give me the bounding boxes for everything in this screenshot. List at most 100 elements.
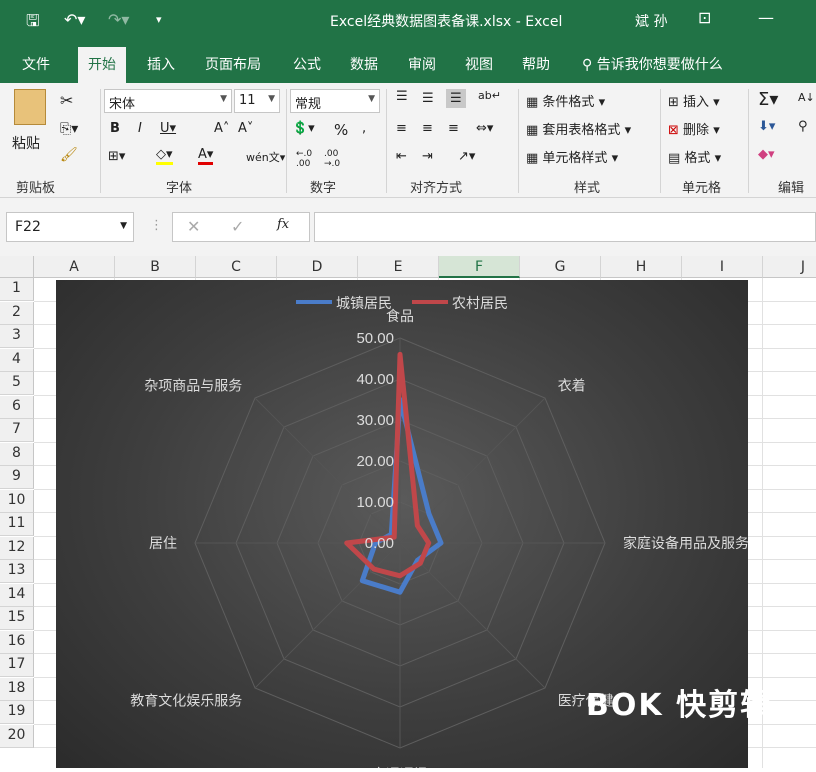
clipboard-group-label: 剪贴板 <box>16 181 56 196</box>
bold-button[interactable]: B <box>110 121 120 136</box>
row-header-10[interactable]: 10 <box>0 489 34 513</box>
customize-qat-icon[interactable]: ▾ <box>156 13 162 26</box>
ribbon-display-icon[interactable]: ⊡ <box>698 8 711 27</box>
align-middle-icon[interactable]: ☰ <box>422 91 434 106</box>
orientation-icon[interactable]: ↗▾ <box>458 149 475 164</box>
wrap-text-icon[interactable]: ab↵ <box>478 89 501 102</box>
tab-page-layout[interactable]: 页面布局 <box>205 54 261 74</box>
align-bottom-icon[interactable]: ☰ <box>446 89 466 108</box>
conditional-format-button[interactable]: ▦ 条件格式 ▾ <box>526 91 605 110</box>
paste-button[interactable]: 粘贴 <box>12 133 40 153</box>
column-header-D[interactable]: D <box>277 256 358 278</box>
column-header-A[interactable]: A <box>34 256 115 278</box>
decrease-decimal-icon[interactable]: .00 →.0 <box>324 149 340 169</box>
formula-input[interactable] <box>314 212 816 242</box>
row-header-4[interactable]: 4 <box>0 348 34 372</box>
column-header-G[interactable]: G <box>520 256 601 278</box>
enter-icon[interactable]: ✓ <box>231 217 244 236</box>
autosum-icon[interactable]: Σ▾ <box>758 89 778 110</box>
format-painter-icon[interactable]: 🖌 <box>60 147 78 163</box>
row-header-16[interactable]: 16 <box>0 630 34 654</box>
row-header-20[interactable]: 20 <box>0 724 34 748</box>
align-center-icon[interactable]: ≡ <box>422 121 433 136</box>
name-box[interactable]: F22 ▼ <box>6 212 134 242</box>
column-header-J[interactable]: J <box>763 256 816 278</box>
align-left-icon[interactable]: ≡ <box>396 121 407 136</box>
row-header-1[interactable]: 1 <box>0 278 34 301</box>
row-header-5[interactable]: 5 <box>0 372 34 395</box>
phonetic-icon[interactable]: wén文▾ <box>246 149 285 165</box>
tab-formulas[interactable]: 公式 <box>293 54 321 74</box>
row-header-7[interactable]: 7 <box>0 419 34 442</box>
percent-icon[interactable]: % <box>334 121 348 139</box>
font-size-select[interactable]: 11 ▼ <box>234 89 280 113</box>
cell-styles-button[interactable]: ▦ 单元格样式 ▾ <box>526 147 618 166</box>
find-select-icon[interactable]: ⚲ <box>798 119 808 134</box>
border-icon[interactable]: ⊞▾ <box>108 149 125 164</box>
copy-icon[interactable]: ⎘▾ <box>60 121 78 137</box>
column-header-C[interactable]: C <box>196 256 277 278</box>
minimize-icon[interactable]: — <box>758 8 774 27</box>
tab-data[interactable]: 数据 <box>350 54 378 74</box>
row-header-17[interactable]: 17 <box>0 654 34 677</box>
column-header-E[interactable]: E <box>358 256 439 278</box>
paste-icon[interactable] <box>14 89 46 125</box>
decrease-indent-icon[interactable]: ⇤ <box>396 149 407 164</box>
redo-icon[interactable]: ↷▾ <box>108 10 129 29</box>
column-header-I[interactable]: I <box>682 256 763 278</box>
select-all-corner[interactable] <box>0 256 34 278</box>
underline-button[interactable]: U▾ <box>160 121 176 136</box>
insert-cells-button[interactable]: ⊞ 插入 ▾ <box>668 91 720 110</box>
tab-file[interactable]: 文件 <box>22 54 50 74</box>
legend-label-1[interactable]: 城镇居民 <box>336 296 392 312</box>
save-icon[interactable]: 🖫 <box>26 10 40 37</box>
format-as-table-button[interactable]: ▦ 套用表格格式 ▾ <box>526 119 631 138</box>
tab-home[interactable]: 开始 <box>78 47 126 83</box>
italic-button[interactable]: I <box>138 121 142 136</box>
increase-indent-icon[interactable]: ⇥ <box>422 149 433 164</box>
row-header-8[interactable]: 8 <box>0 442 34 466</box>
align-right-icon[interactable]: ≡ <box>448 121 459 136</box>
row-header-9[interactable]: 9 <box>0 466 34 489</box>
row-header-19[interactable]: 19 <box>0 701 34 724</box>
row-header-11[interactable]: 11 <box>0 513 34 536</box>
decrease-font-icon[interactable]: A˅ <box>238 121 253 136</box>
increase-font-icon[interactable]: A˄ <box>214 121 229 136</box>
column-header-H[interactable]: H <box>601 256 682 278</box>
undo-icon[interactable]: ↶▾ <box>64 10 85 29</box>
comma-icon[interactable]: , <box>362 121 366 136</box>
legend-label-2[interactable]: 农村居民 <box>452 296 508 312</box>
fill-icon[interactable]: ⬇▾ <box>758 119 775 134</box>
merge-center-icon[interactable]: ⇔▾ <box>476 121 493 136</box>
row-header-18[interactable]: 18 <box>0 677 34 701</box>
sort-filter-icon[interactable]: A↓ <box>798 91 815 104</box>
font-color-icon[interactable]: A▾ <box>198 147 214 165</box>
column-header-B[interactable]: B <box>115 256 196 278</box>
increase-decimal-icon[interactable]: ←.0.00 <box>296 149 312 169</box>
row-header-3[interactable]: 3 <box>0 325 34 348</box>
number-format-select[interactable]: 常规 ▼ <box>290 89 380 113</box>
row-header-2[interactable]: 2 <box>0 301 34 325</box>
row-header-6[interactable]: 6 <box>0 395 34 419</box>
row-header-15[interactable]: 15 <box>0 607 34 630</box>
align-top-icon[interactable]: ☰ <box>396 89 408 104</box>
clear-icon[interactable]: ◆▾ <box>758 147 775 162</box>
cancel-icon[interactable]: ✕ <box>187 217 200 236</box>
format-cells-button[interactable]: ▤ 格式 ▾ <box>668 147 721 166</box>
row-header-12[interactable]: 12 <box>0 536 34 560</box>
tab-view[interactable]: 视图 <box>465 54 493 74</box>
cut-icon[interactable]: ✂ <box>60 91 73 110</box>
font-name-select[interactable]: 宋体 ▼ <box>104 89 232 113</box>
user-name[interactable]: 斌 孙 <box>635 11 667 31</box>
delete-cells-button[interactable]: ⊠ 删除 ▾ <box>668 119 720 138</box>
row-header-13[interactable]: 13 <box>0 560 34 583</box>
column-header-F[interactable]: F <box>439 256 520 278</box>
tab-review[interactable]: 审阅 <box>408 54 436 74</box>
tell-me-search[interactable]: ⚲ 告诉我你想要做什么 <box>582 54 723 74</box>
tab-insert[interactable]: 插入 <box>147 54 175 74</box>
insert-function-icon[interactable]: fx <box>277 217 289 232</box>
row-header-14[interactable]: 14 <box>0 583 34 607</box>
currency-icon[interactable]: 💲▾ <box>292 121 315 136</box>
fill-color-icon[interactable]: ◇▾ <box>156 147 173 165</box>
tab-help[interactable]: 帮助 <box>522 54 550 74</box>
